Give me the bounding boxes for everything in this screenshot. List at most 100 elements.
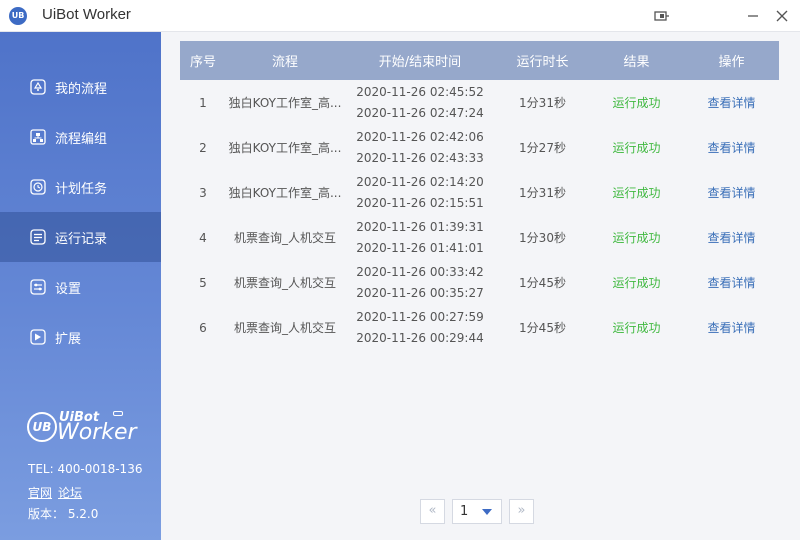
- row-result: 运行成功: [612, 141, 661, 155]
- sidebar-item-label: 扩展: [55, 331, 82, 347]
- version-text: 版本： 5.2.0: [28, 507, 99, 521]
- column-header-flow: 流程: [271, 55, 298, 70]
- column-header-result: 结果: [623, 55, 650, 70]
- page-select-value: 1: [460, 504, 469, 519]
- row-flow-name: 机票查询_人机交互: [233, 276, 336, 290]
- sidebar-item-settings[interactable]: 设置: [0, 262, 161, 312]
- row-duration: 1分31秒: [519, 186, 566, 200]
- column-header-duration: 运行时长: [516, 55, 569, 70]
- row-end-time: 2020-11-26 02:43:33: [356, 150, 484, 165]
- row-result: 运行成功: [612, 321, 661, 335]
- minimize-icon[interactable]: [743, 6, 763, 26]
- page-select[interactable]: 1: [452, 499, 502, 524]
- row-duration: 1分30秒: [519, 231, 566, 245]
- extension-arrow-icon: [30, 329, 46, 345]
- row-flow-name: 独白KOY工作室_高...: [228, 96, 342, 110]
- sidebar-item-label: 设置: [55, 281, 82, 297]
- table-row: 1 独白KOY工作室_高... 2020-11-26 02:45:52 2020-…: [180, 80, 779, 125]
- row-index: 5: [199, 275, 207, 290]
- row-end-time: 2020-11-26 02:15:51: [356, 195, 484, 210]
- brand-name-bottom: Worker: [57, 420, 137, 445]
- table-row: 4 机票查询_人机交互 2020-11-26 01:39:31 2020-11-2…: [180, 215, 779, 260]
- row-duration: 1分27秒: [519, 141, 566, 155]
- sidebar-item-label: 我的流程: [55, 81, 108, 97]
- row-duration: 1分31秒: [519, 96, 566, 110]
- row-time: 2020-11-26 00:33:42 2020-11-26 00:35:27: [344, 260, 496, 305]
- row-time: 2020-11-26 02:14:20 2020-11-26 02:15:51: [344, 170, 496, 215]
- view-details-link[interactable]: 查看详情: [684, 215, 779, 260]
- view-details-link[interactable]: 查看详情: [684, 80, 779, 125]
- table-row: 2 独白KOY工作室_高... 2020-11-26 02:42:06 2020-…: [180, 125, 779, 170]
- row-index: 1: [199, 95, 207, 110]
- run-records-table: 序号 流程 开始/结束时间 运行时长 结果 操作 1 独白KOY工作室_高...…: [180, 41, 779, 350]
- view-details-link[interactable]: 查看详情: [684, 260, 779, 305]
- settings-sliders-icon: [30, 279, 46, 295]
- row-duration: 1分45秒: [519, 276, 566, 290]
- row-time: 2020-11-26 02:45:52 2020-11-26 02:47:24: [344, 80, 496, 125]
- sidebar-item-scheduled-tasks[interactable]: 计划任务: [0, 162, 161, 212]
- table-row: 6 机票查询_人机交互 2020-11-26 00:27:59 2020-11-2…: [180, 305, 779, 350]
- brand-logo: UB UiBot Worker: [27, 410, 147, 458]
- tray-icon[interactable]: [652, 6, 672, 26]
- row-duration: 1分45秒: [519, 321, 566, 335]
- sidebar-item-run-records[interactable]: 运行记录: [0, 212, 161, 262]
- row-result: 运行成功: [612, 276, 661, 290]
- row-start-time: 2020-11-26 02:45:52: [356, 84, 484, 99]
- sidebar: 我的流程 流程编组 计划任务 运行记录 设置 扩展 UB UiBot Worke…: [0, 32, 161, 540]
- official-site-link[interactable]: 官网: [28, 486, 52, 500]
- close-icon[interactable]: [772, 6, 792, 26]
- row-end-time: 2020-11-26 00:29:44: [356, 330, 484, 345]
- prev-page-button[interactable]: «: [420, 499, 445, 524]
- row-start-time: 2020-11-26 02:14:20: [356, 174, 484, 189]
- row-result: 运行成功: [612, 186, 661, 200]
- row-index: 3: [199, 185, 207, 200]
- row-start-time: 2020-11-26 02:42:06: [356, 129, 484, 144]
- recycle-icon: [30, 79, 46, 95]
- caret-down-icon: [482, 509, 492, 515]
- column-header-index: 序号: [189, 55, 216, 70]
- row-start-time: 2020-11-26 01:39:31: [356, 219, 484, 234]
- tel-text: TEL: 400-0018-136: [28, 462, 143, 476]
- row-flow-name: 机票查询_人机交互: [233, 321, 336, 335]
- view-details-link[interactable]: 查看详情: [684, 305, 779, 350]
- clock-icon: [30, 179, 46, 195]
- view-details-link[interactable]: 查看详情: [684, 125, 779, 170]
- forum-link[interactable]: 论坛: [58, 486, 82, 500]
- row-start-time: 2020-11-26 00:27:59: [356, 309, 484, 324]
- row-result: 运行成功: [612, 96, 661, 110]
- document-list-icon: [30, 229, 46, 245]
- brand-trademark-icon: [113, 411, 123, 416]
- sidebar-links: 官网 论坛: [28, 484, 88, 501]
- sidebar-item-my-flows[interactable]: 我的流程: [0, 62, 161, 112]
- row-index: 6: [199, 320, 207, 335]
- view-details-link[interactable]: 查看详情: [684, 170, 779, 215]
- sidebar-item-extensions[interactable]: 扩展: [0, 312, 161, 362]
- row-end-time: 2020-11-26 00:35:27: [356, 285, 484, 300]
- title-bar: UB UiBot Worker: [0, 0, 800, 32]
- row-flow-name: 机票查询_人机交互: [233, 231, 336, 245]
- sitemap-icon: [30, 129, 46, 145]
- row-time: 2020-11-26 01:39:31 2020-11-26 01:41:01: [344, 215, 496, 260]
- row-time: 2020-11-26 00:27:59 2020-11-26 00:29:44: [344, 305, 496, 350]
- row-end-time: 2020-11-26 02:47:24: [356, 105, 484, 120]
- table-row: 3 独白KOY工作室_高... 2020-11-26 02:14:20 2020-…: [180, 170, 779, 215]
- sidebar-item-label: 运行记录: [55, 231, 108, 247]
- row-flow-name: 独白KOY工作室_高...: [228, 141, 342, 155]
- row-flow-name: 独白KOY工作室_高...: [228, 186, 342, 200]
- row-end-time: 2020-11-26 01:41:01: [356, 240, 484, 255]
- app-logo-icon: UB: [9, 7, 27, 25]
- sidebar-item-flow-groups[interactable]: 流程编组: [0, 112, 161, 162]
- sidebar-item-label: 计划任务: [55, 181, 108, 197]
- row-result: 运行成功: [612, 231, 661, 245]
- row-time: 2020-11-26 02:42:06 2020-11-26 02:43:33: [344, 125, 496, 170]
- row-index: 4: [199, 230, 207, 245]
- app-title: UiBot Worker: [42, 6, 131, 23]
- table-header: 序号 流程 开始/结束时间 运行时长 结果 操作: [180, 41, 779, 80]
- row-start-time: 2020-11-26 00:33:42: [356, 264, 484, 279]
- sidebar-item-label: 流程编组: [55, 131, 108, 147]
- table-row: 5 机票查询_人机交互 2020-11-26 00:33:42 2020-11-2…: [180, 260, 779, 305]
- next-page-button[interactable]: »: [509, 499, 534, 524]
- brand-mark-icon: UB: [27, 412, 57, 442]
- row-index: 2: [199, 140, 207, 155]
- column-header-time: 开始/结束时间: [378, 55, 462, 70]
